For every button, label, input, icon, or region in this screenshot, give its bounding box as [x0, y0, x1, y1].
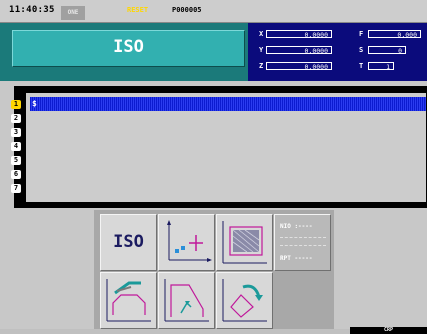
rotate-menu-button[interactable]: [216, 272, 273, 329]
z-value-field[interactable]: 0.0000: [266, 62, 332, 71]
mode-indicator: ONE: [61, 6, 85, 20]
point-pattern-icon: [167, 220, 212, 262]
line-number-4: 4: [11, 142, 21, 151]
contour-menu-button[interactable]: [100, 272, 157, 329]
profile-menu-button[interactable]: [158, 272, 215, 329]
f-value-field[interactable]: 0.000: [368, 30, 421, 39]
page-title: ISO: [113, 37, 144, 57]
s-value-field[interactable]: 0: [368, 46, 406, 55]
rotate-icon: [222, 279, 267, 322]
s-axis-label: S: [359, 46, 364, 54]
t-value-field[interactable]: 1: [368, 62, 394, 71]
info-divider: [280, 237, 326, 238]
y-value-field[interactable]: 0.0000: [266, 46, 332, 55]
t-axis-label: T: [359, 62, 364, 70]
line-number-5: 5: [11, 156, 21, 165]
line-number-7: 7: [11, 184, 21, 193]
clock: 11:40:35: [9, 5, 55, 15]
line-number-1: 1: [11, 100, 21, 109]
contour-icon: [106, 279, 151, 322]
bottom-label: CRP: [350, 327, 427, 334]
line-number-2: 2: [11, 114, 21, 123]
rpt-text: RPT -----: [280, 255, 313, 262]
f-axis-label: F: [359, 30, 364, 38]
cursor-mark: $: [32, 99, 37, 108]
z-axis-label: Z: [259, 62, 264, 70]
x-axis-label: X: [259, 30, 264, 38]
iso-menu-label: ISO: [113, 232, 144, 252]
pocket-menu-button[interactable]: [216, 214, 273, 271]
iso-menu-button[interactable]: ISO: [100, 214, 157, 271]
pocket-icon: [222, 221, 267, 264]
y-axis-label: Y: [259, 46, 264, 54]
reset-indicator: RESET: [127, 6, 149, 14]
info-divider: [280, 245, 326, 246]
program-number: P000005: [172, 6, 202, 14]
point-menu-button[interactable]: [158, 214, 215, 271]
info-panel: NIO :---- RPT -----: [274, 214, 331, 271]
line-number-3: 3: [11, 128, 21, 137]
program-cursor-line[interactable]: [30, 97, 426, 111]
profile-icon: [164, 279, 209, 322]
nio-text: NIO :----: [280, 223, 313, 230]
title-button[interactable]: ISO: [12, 30, 245, 67]
line-number-6: 6: [11, 170, 21, 179]
x-value-field[interactable]: 0.0000: [266, 30, 332, 39]
